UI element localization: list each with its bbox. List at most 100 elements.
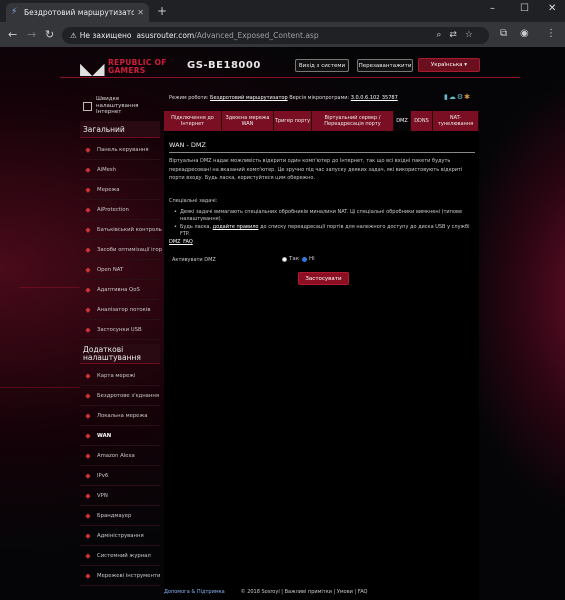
maximize-button[interactable]: ☐: [520, 3, 529, 14]
translate-icon[interactable]: ⇄: [449, 30, 465, 40]
sidebar-item-admin[interactable]: ◆ Адміністрування: [80, 526, 160, 546]
enable-dmz-label: Активувати DMZ: [172, 257, 216, 263]
tab-3[interactable]: Віртуальний сервер / Переадресація порту: [312, 111, 394, 131]
new-tab-button[interactable]: +: [157, 4, 167, 18]
back-icon[interactable]: ←: [8, 28, 17, 41]
footer: Допомога & Підтримка © 2018 Sosroyl | Ва…: [164, 589, 367, 595]
profile-avatar-icon[interactable]: ◉: [520, 28, 529, 39]
sidebar-item-label: VPN: [97, 492, 108, 499]
sidebar-item-log[interactable]: ◆ Системний журнал: [80, 546, 160, 566]
sidebar-item-alexa[interactable]: ◆ Amazon Alexa: [80, 446, 160, 466]
status-line: Режим роботи: Бездротовий маршрутизатор …: [169, 95, 398, 101]
apply-button[interactable]: Застосувати: [298, 272, 349, 285]
lan-icon: ◆: [85, 411, 91, 420]
dmz-yes-radio[interactable]: Так: [282, 256, 299, 262]
url-text[interactable]: asusrouter.com/Advanced_Exposed_Content.…: [136, 31, 318, 40]
network-status-icon[interactable]: ☁: [449, 93, 457, 101]
sidebar-item-qos[interactable]: ◆ Адаптивна QoS: [80, 280, 160, 300]
dmz-no-radio[interactable]: Ні: [302, 256, 315, 262]
settings-status-icon[interactable]: ✱: [464, 93, 471, 101]
sidebar-item-traffic[interactable]: ◆ Аналізатор потоків: [80, 300, 160, 320]
asus-favicon-icon: ⚡: [11, 7, 18, 17]
advanced-heading: Додаткові налаштування: [80, 344, 160, 364]
forward-icon[interactable]: →: [27, 28, 36, 41]
dmz-faq-link[interactable]: DMZ_FAQ: [169, 239, 193, 245]
tab-0[interactable]: Підключення до Інтернет: [164, 111, 222, 131]
dmz-description: Віртуальна DMZ надає можливість відкрити…: [169, 158, 463, 181]
tab-6[interactable]: NAT-тунелювання: [433, 111, 479, 131]
sidebar-item-dashboard[interactable]: ◆ Панель керування: [80, 140, 160, 160]
sidebar-item-globe[interactable]: ◆ WAN: [80, 426, 160, 446]
sidebar-item-parental[interactable]: ◆ Батьківський контроль: [80, 220, 162, 240]
content-panel: WAN - DMZ Віртуальна DMZ надає можливіст…: [164, 131, 479, 600]
tab-4[interactable]: DMZ: [394, 111, 411, 131]
sidebar-item-label: Адміністрування: [97, 532, 144, 539]
sidebar-item-network[interactable]: ◆ Мережа: [80, 180, 160, 200]
extensions-icon[interactable]: ⧉: [500, 28, 507, 39]
sidebar-item-gamepad[interactable]: ◆ Засоби оптимізації ігор: [80, 240, 163, 260]
security-label[interactable]: Не захищено: [80, 31, 132, 40]
admin-icon: ◆: [85, 531, 91, 540]
sidebar-item-lan[interactable]: ◆ Локальна мережа: [80, 406, 160, 426]
sidebar-item-nat[interactable]: ◆ Open NAT: [80, 260, 160, 280]
quick-setup-label: Швидке налаштування Інтернет: [96, 96, 139, 116]
help-support-link[interactable]: Допомога & Підтримка: [164, 589, 225, 595]
tab-5[interactable]: DDNS: [411, 111, 433, 131]
rog-logo: ◣◢ REPUBLIC OF GAMERS: [80, 57, 180, 79]
address-bar[interactable]: ⚠ Не захищено asusrouter.com/Advanced_Ex…: [62, 27, 489, 44]
sidebar-item-map[interactable]: ◆ Карта мережі: [80, 366, 160, 386]
sidebar-item-label: IPv6: [97, 472, 109, 479]
sidebar-item-label: Системний журнал: [97, 552, 151, 559]
bullet-ftp: Будь ласка, додайте правило до списку пе…: [174, 224, 470, 238]
sidebar-item-label: Локальна мережа: [97, 412, 148, 419]
mode-link[interactable]: Бездротовий маршрутизатор: [210, 95, 288, 101]
sidebar-item-mesh[interactable]: ◆ AiMesh: [80, 160, 160, 180]
sidebar-item-tools[interactable]: ◆ Мережеві інструменти: [80, 566, 160, 586]
traffic-icon: ◆: [85, 305, 91, 314]
sidebar-item-label: Amazon Alexa: [97, 452, 135, 459]
sidebar-item-usb[interactable]: ◆ Застосунки USB: [80, 320, 160, 340]
wifi-icon: ◆: [85, 391, 91, 400]
quick-setup-link[interactable]: Швидке налаштування Інтернет: [80, 95, 160, 117]
sidebar-item-firewall[interactable]: ◆ Брандмауер: [80, 506, 160, 526]
logout-button[interactable]: Вихід з системи: [295, 59, 349, 72]
shield-icon: ◆: [85, 205, 91, 214]
reload-icon[interactable]: ↻: [45, 28, 54, 41]
tab-1[interactable]: Здвоєна мережа WAN: [222, 111, 274, 131]
sidebar-item-vpn[interactable]: ◆ VPN: [80, 486, 160, 506]
radio-yes-icon[interactable]: [282, 256, 287, 262]
bullet-nat: Деякі задачі вимагають спеціальних оброб…: [174, 209, 470, 223]
radio-no-icon[interactable]: [302, 256, 307, 262]
sidebar-item-shield[interactable]: ◆ AiProtection: [80, 200, 160, 220]
reboot-button[interactable]: Перезавантажити: [357, 59, 413, 72]
sidebar-item-label: Адаптивна QoS: [97, 286, 140, 293]
background-glow: [465, 87, 565, 507]
add-rule-link[interactable]: додайте правило: [213, 224, 259, 230]
firmware-link[interactable]: 3.0.0.6.102_35787: [351, 95, 398, 101]
sidebar-item-label: Застосунки USB: [97, 326, 142, 333]
enable-dmz-row: Активувати DMZ Так Ні: [164, 256, 479, 266]
menu-dots-icon[interactable]: ⋮: [546, 28, 556, 39]
network-icon: ◆: [85, 185, 91, 194]
nat-icon: ◆: [85, 265, 91, 274]
address-bar-actions: ⌕⇄☆: [436, 30, 481, 40]
browser-tab[interactable]: ⚡ Бездротовий маршрутизатор А ✕: [6, 3, 149, 22]
tab-2[interactable]: Тригер порту: [274, 111, 312, 131]
model-name: GS-BE18000: [187, 60, 261, 71]
general-heading: Загальний: [80, 121, 160, 138]
gamepad-icon: ◆: [85, 245, 91, 254]
language-select[interactable]: Українська ▾: [418, 58, 480, 72]
close-tab-icon[interactable]: ✕: [137, 8, 144, 17]
warning-icon[interactable]: ⚠: [70, 31, 77, 40]
bookmark-star-icon[interactable]: ☆: [465, 30, 481, 40]
zoom-icon[interactable]: ⌕: [436, 30, 449, 40]
minimize-button[interactable]: –: [490, 3, 495, 14]
sidebar-item-label: Open NAT: [97, 266, 124, 273]
sidebar-item-label: Батьківський контроль: [97, 226, 162, 233]
close-window-button[interactable]: ✕: [548, 3, 556, 14]
sidebar-item-label: Засоби оптимізації ігор: [97, 246, 163, 253]
vpn-icon: ◆: [85, 491, 91, 500]
sidebar-item-ipv6[interactable]: ◆ IPv6: [80, 466, 160, 486]
wan-subtabs: Підключення до Інтернет Здвоєна мережа WA…: [164, 111, 479, 131]
sidebar-item-wifi[interactable]: ◆ Бездротове з'єднання: [80, 386, 160, 406]
